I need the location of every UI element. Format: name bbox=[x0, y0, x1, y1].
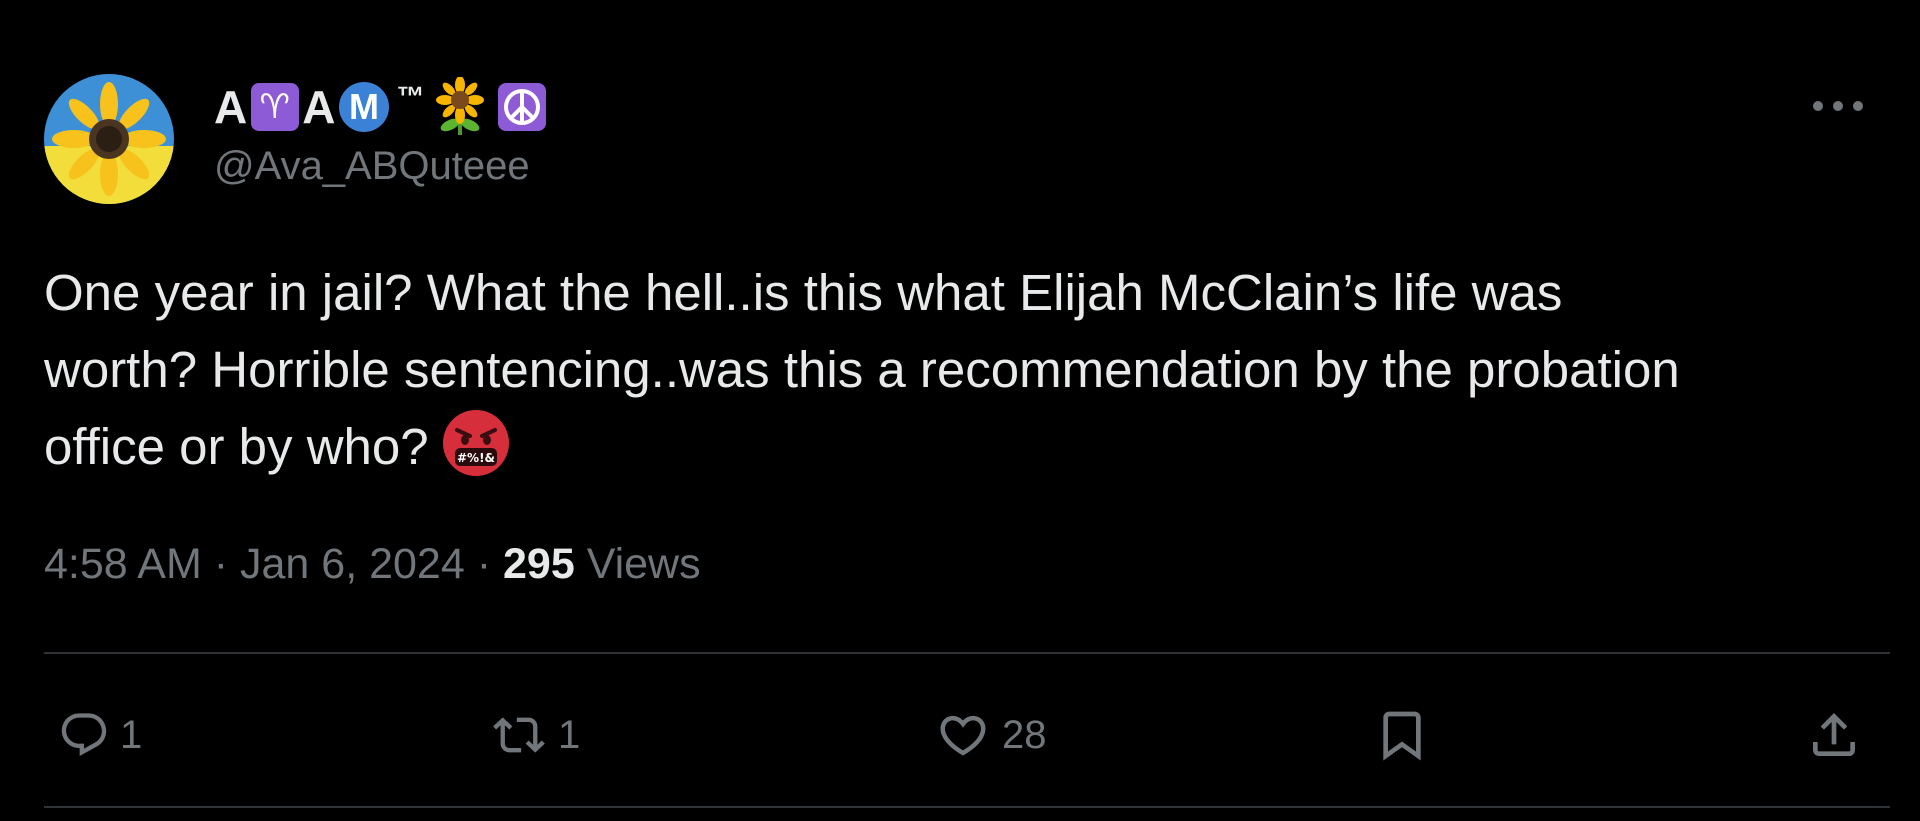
trademark-symbol: ™ bbox=[396, 81, 426, 112]
repost-icon bbox=[493, 717, 545, 753]
tweet-time[interactable]: 4:58 AM bbox=[44, 540, 202, 588]
meta-separator: · bbox=[213, 540, 229, 588]
action-bar: 1 1 28 bbox=[44, 690, 1890, 780]
m-circle-emoji: M bbox=[339, 82, 390, 132]
tweet-date[interactable]: Jan 6, 2024 bbox=[240, 540, 465, 588]
divider-bottom bbox=[44, 806, 1890, 808]
views-label: Views bbox=[586, 540, 701, 588]
aries-glyph: ♈ bbox=[259, 88, 291, 126]
display-name-letter-a2: A bbox=[302, 81, 337, 133]
more-options-button[interactable] bbox=[1806, 86, 1870, 126]
face-with-symbols-on-mouth-emoji: #%!& bbox=[442, 410, 509, 476]
svg-text:#%!&: #%!& bbox=[457, 451, 495, 465]
tweet-text-container: One year in jail? What the hell..is this… bbox=[44, 254, 1894, 485]
reply-button[interactable]: 1 bbox=[58, 690, 142, 780]
like-button[interactable]: 28 bbox=[934, 690, 1047, 780]
peace-symbol-emoji bbox=[498, 83, 547, 131]
user-handle[interactable]: @Ava_ABQuteee bbox=[214, 144, 549, 189]
divider-top bbox=[44, 652, 1890, 654]
bookmark-button[interactable] bbox=[1374, 690, 1430, 780]
meta-separator-2: · bbox=[476, 540, 492, 588]
aries-emoji: ♈ bbox=[251, 83, 300, 131]
share-button[interactable] bbox=[1806, 690, 1862, 780]
display-name-row[interactable]: A ♈ A M ™ bbox=[214, 76, 549, 138]
reply-icon bbox=[61, 713, 107, 757]
like-count: 28 bbox=[1002, 712, 1047, 757]
repost-button[interactable]: 1 bbox=[490, 690, 580, 780]
heart-icon bbox=[940, 715, 986, 756]
reply-count: 1 bbox=[120, 712, 143, 757]
display-name[interactable]: A ♈ A M ™ bbox=[214, 80, 425, 134]
tweet-text: One year in jail? What the hell..is this… bbox=[44, 264, 1680, 475]
display-name-letter-a: A bbox=[214, 81, 249, 133]
sunflower-emoji bbox=[436, 77, 485, 135]
repost-count: 1 bbox=[558, 712, 581, 757]
avatar[interactable] bbox=[44, 74, 174, 204]
tweet: A ♈ A M ™ @Ava_ABQuteee One year in jail… bbox=[0, 0, 1920, 821]
share-icon bbox=[1813, 713, 1855, 756]
user-info: A ♈ A M ™ @Ava_ABQuteee bbox=[214, 76, 549, 189]
more-horizontal-icon bbox=[1813, 101, 1863, 111]
m-glyph: M bbox=[348, 86, 380, 127]
bookmark-icon bbox=[1383, 711, 1421, 761]
sunflower-avatar-image bbox=[44, 74, 174, 204]
tweet-meta: 4:58 AM · Jan 6, 2024 · 295 Views bbox=[44, 540, 701, 589]
views-count[interactable]: 295 bbox=[503, 540, 575, 588]
